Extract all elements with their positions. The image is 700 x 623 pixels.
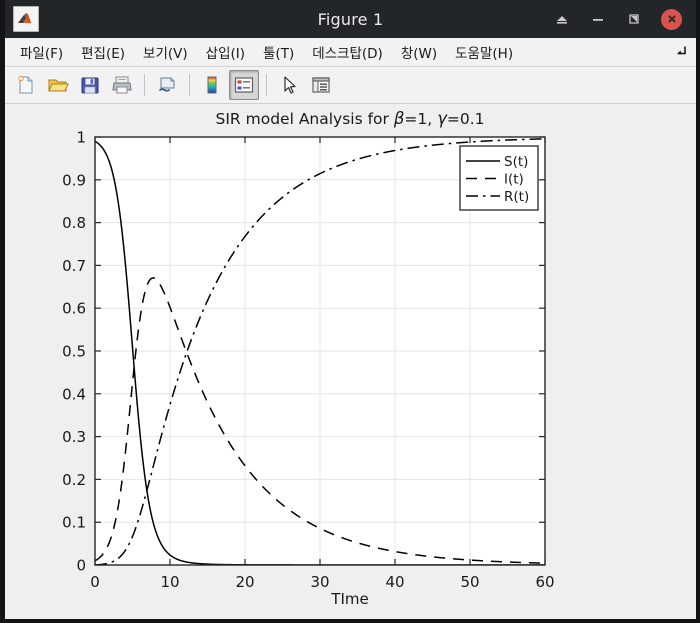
x-tick-label: 50 [460,573,479,591]
y-tick-label: 0.2 [62,471,86,489]
toolbar-separator [189,74,190,96]
toolbar-separator [266,74,267,96]
x-tick-label: 10 [160,573,179,591]
y-tick-label: 0.4 [62,385,86,403]
y-tick-label: 0.8 [62,214,86,232]
print-figure-button[interactable] [107,70,137,100]
plot-legend[interactable]: S(t) I(t)R(t) [459,145,539,211]
x-tick-label: 40 [385,573,404,591]
toolbar [5,67,696,104]
legend-entry-r: R(t) [504,189,529,205]
legend-entry-i: I(t) [504,172,524,188]
menu-view[interactable]: 보기(V) [134,40,197,64]
x-tick-label: 0 [90,573,100,591]
x-tick-label: 20 [235,573,254,591]
y-tick-label: 0.3 [62,428,86,446]
save-figure-button[interactable] [75,70,105,100]
link-plot-button[interactable] [152,70,182,100]
colorbar-button[interactable] [197,70,227,100]
legend-entry-s: S(t) [504,154,528,170]
menu-file[interactable]: 파일(F) [11,40,72,64]
menu-window[interactable]: 창(W) [392,40,446,64]
new-figure-button[interactable] [11,70,41,100]
shade-button[interactable] [553,10,571,28]
window-controls [553,8,696,30]
legend-button[interactable] [229,70,259,100]
x-tick-label: 60 [535,573,554,591]
menu-desktop[interactable]: 데스크탑(D) [303,40,392,64]
maximize-button[interactable] [625,10,643,28]
toolbar-separator [144,74,145,96]
menu-insert[interactable]: 삽입(I) [197,40,254,64]
figure-canvas: SIR model Analysis for β=1, γ=0.1 0 10 20 3… [5,104,696,619]
title-bar: Figure 1 [5,0,696,38]
y-tick-label: 0.9 [62,171,86,189]
menu-edit[interactable]: 편집(E) [72,40,134,64]
sir-plot: SIR model Analysis for β=1, γ=0.1 0 10 20 3… [5,104,696,619]
x-tick-label: 30 [310,573,329,591]
plot-browser-button[interactable] [306,70,336,100]
y-tick-label: 0.6 [62,300,86,318]
y-tick-label: 1 [76,129,86,147]
close-button[interactable] [661,8,682,30]
menu-tools[interactable]: 툴(T) [254,40,303,64]
menu-bar: 파일(F) 편집(E) 보기(V) 삽입(I) 툴(T) 데스크탑(D) 창(W… [5,38,696,67]
overflow-arrow-icon[interactable] [674,43,688,62]
menu-help[interactable]: 도움말(H) [446,40,522,64]
figure-window: Figure 1 파일(F) 편집(E) 보기(V) 삽입(I) 툴(T) 데스… [0,0,700,623]
y-tick-label: 0.1 [62,514,86,532]
y-tick-label: 0 [76,557,86,575]
plot-title: SIR model Analysis for β=1, γ=0.1 [216,109,485,128]
minimize-button[interactable] [589,10,607,28]
x-axis-label: TIme [330,590,368,608]
matlab-membrane-icon [13,6,39,32]
open-file-button[interactable] [43,70,73,100]
y-tick-label: 0.5 [62,343,86,361]
y-tick-label: 0.7 [62,257,86,275]
edit-plot-button[interactable] [274,70,304,100]
